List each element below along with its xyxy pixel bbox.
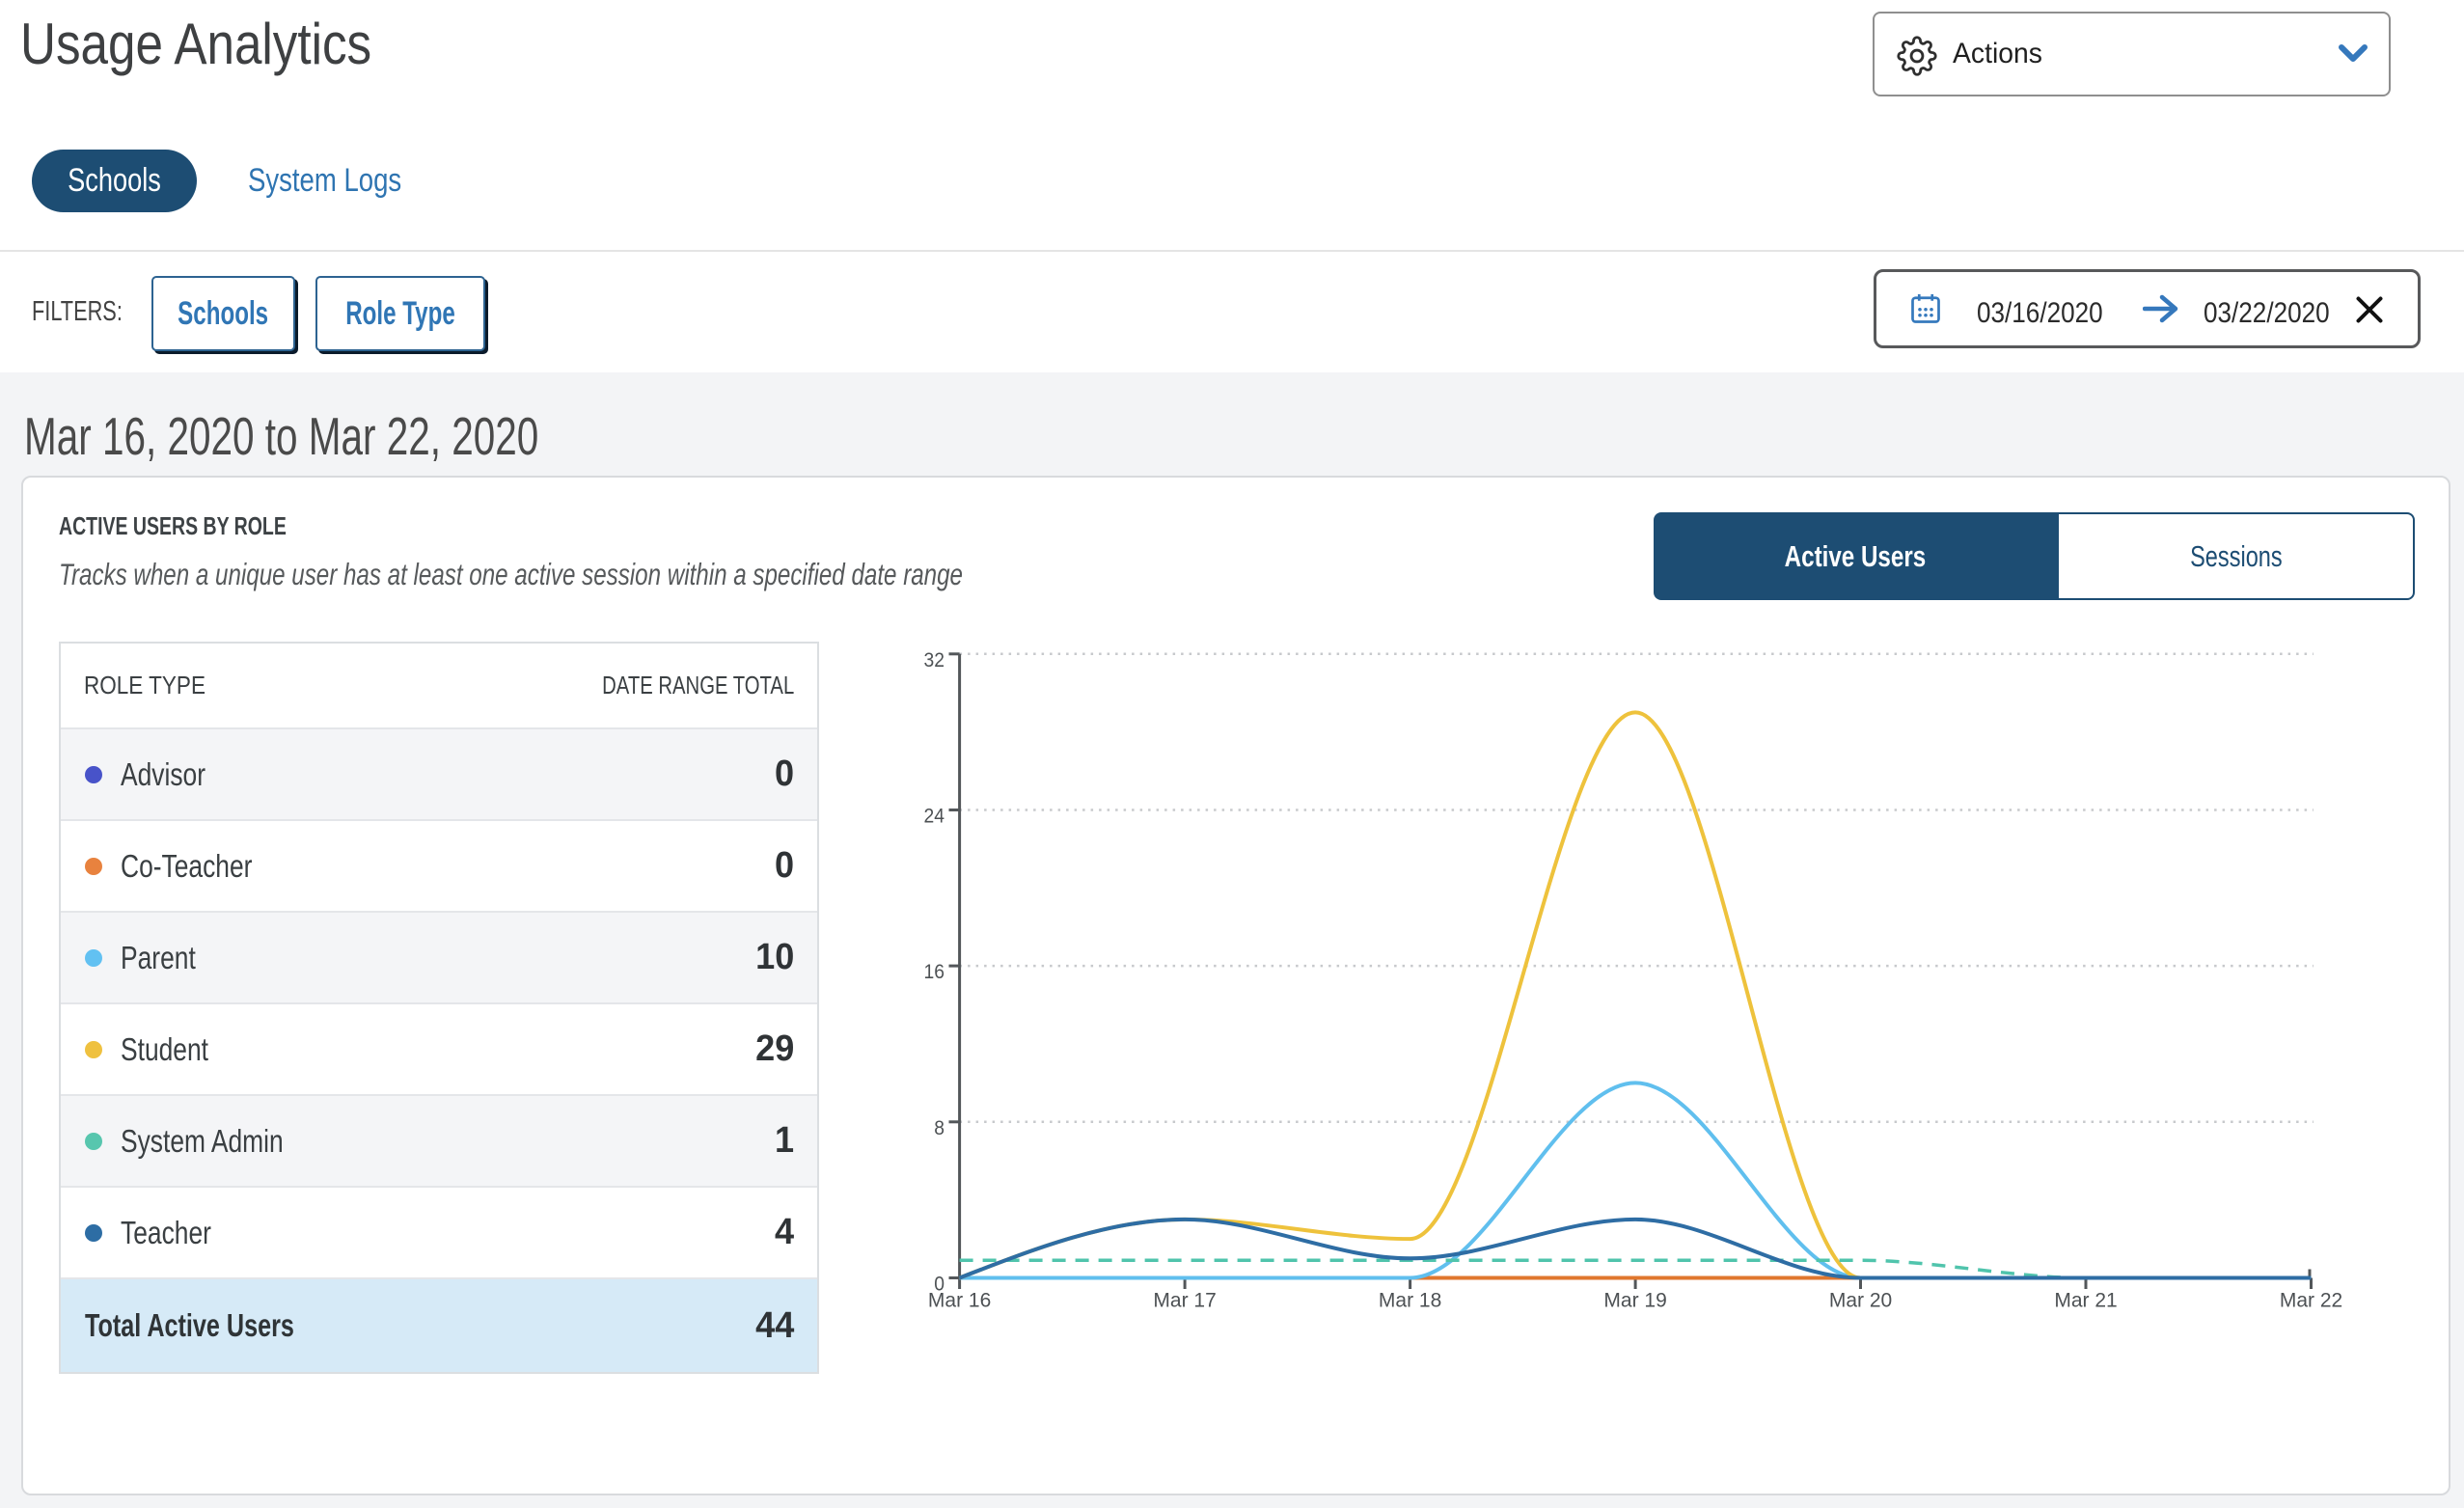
svg-text:Mar 18: Mar 18: [1379, 1290, 1441, 1312]
svg-text:Mar 16: Mar 16: [928, 1290, 991, 1312]
svg-text:Mar 22: Mar 22: [2280, 1290, 2342, 1312]
svg-text:32: 32: [924, 649, 945, 672]
svg-text:16: 16: [924, 961, 945, 983]
svg-text:Mar 21: Mar 21: [2054, 1290, 2117, 1312]
svg-text:Mar 17: Mar 17: [1153, 1290, 1216, 1312]
svg-text:8: 8: [934, 1117, 945, 1139]
svg-text:24: 24: [924, 806, 945, 828]
svg-text:Mar 20: Mar 20: [1829, 1290, 1892, 1312]
svg-text:Mar 19: Mar 19: [1603, 1290, 1666, 1312]
